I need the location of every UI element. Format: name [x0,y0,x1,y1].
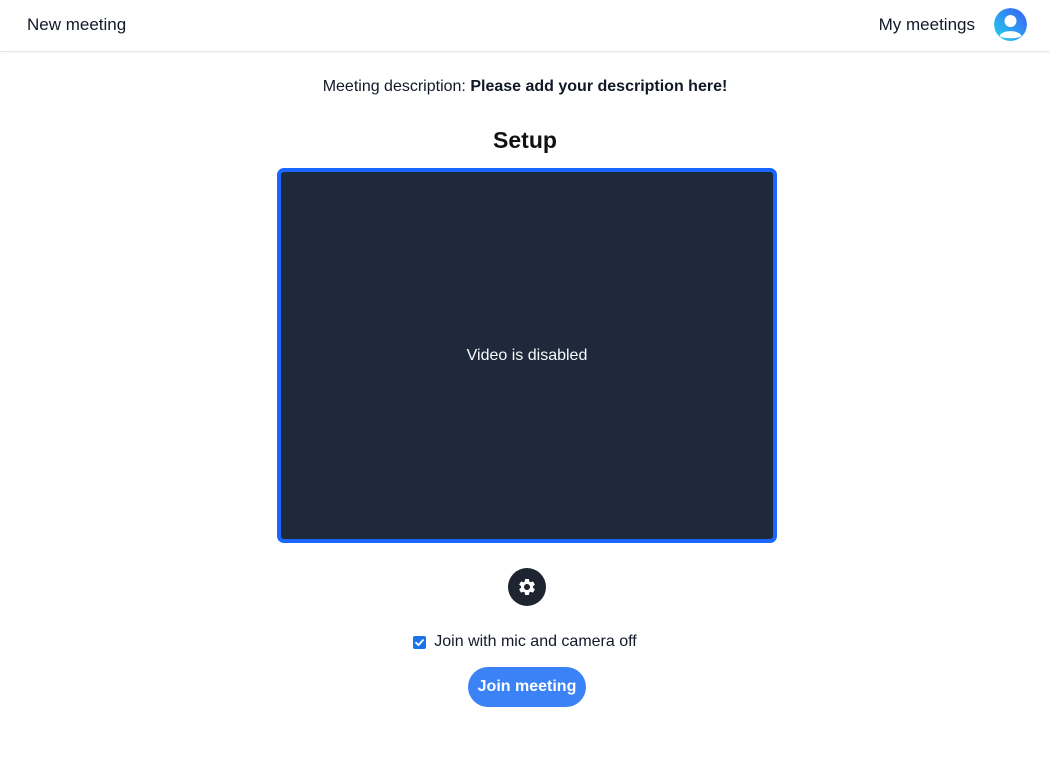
setup-title: Setup [493,127,557,153]
video-status-text: Video is disabled [466,346,588,364]
mic-camera-off-label[interactable]: Join with mic and camera off [434,633,636,651]
join-options: Join with mic and camera off [0,633,1050,651]
checkmark-icon [415,638,425,646]
my-meetings-link[interactable]: My meetings [879,15,975,35]
video-preview: Video is disabled [277,168,777,543]
description-text: Please add your description here! [470,78,728,95]
settings-button[interactable] [508,568,546,606]
meeting-description: Meeting description: Please add your des… [0,78,1050,96]
top-bar: New meeting My meetings [0,0,1050,52]
description-prefix: Meeting description: [322,78,471,95]
user-avatar-icon[interactable] [994,8,1027,41]
join-meeting-button[interactable]: Join meeting [468,667,586,707]
gear-icon [519,579,535,595]
mic-camera-off-checkbox[interactable] [413,635,427,649]
new-meeting-link[interactable]: New meeting [27,15,126,35]
